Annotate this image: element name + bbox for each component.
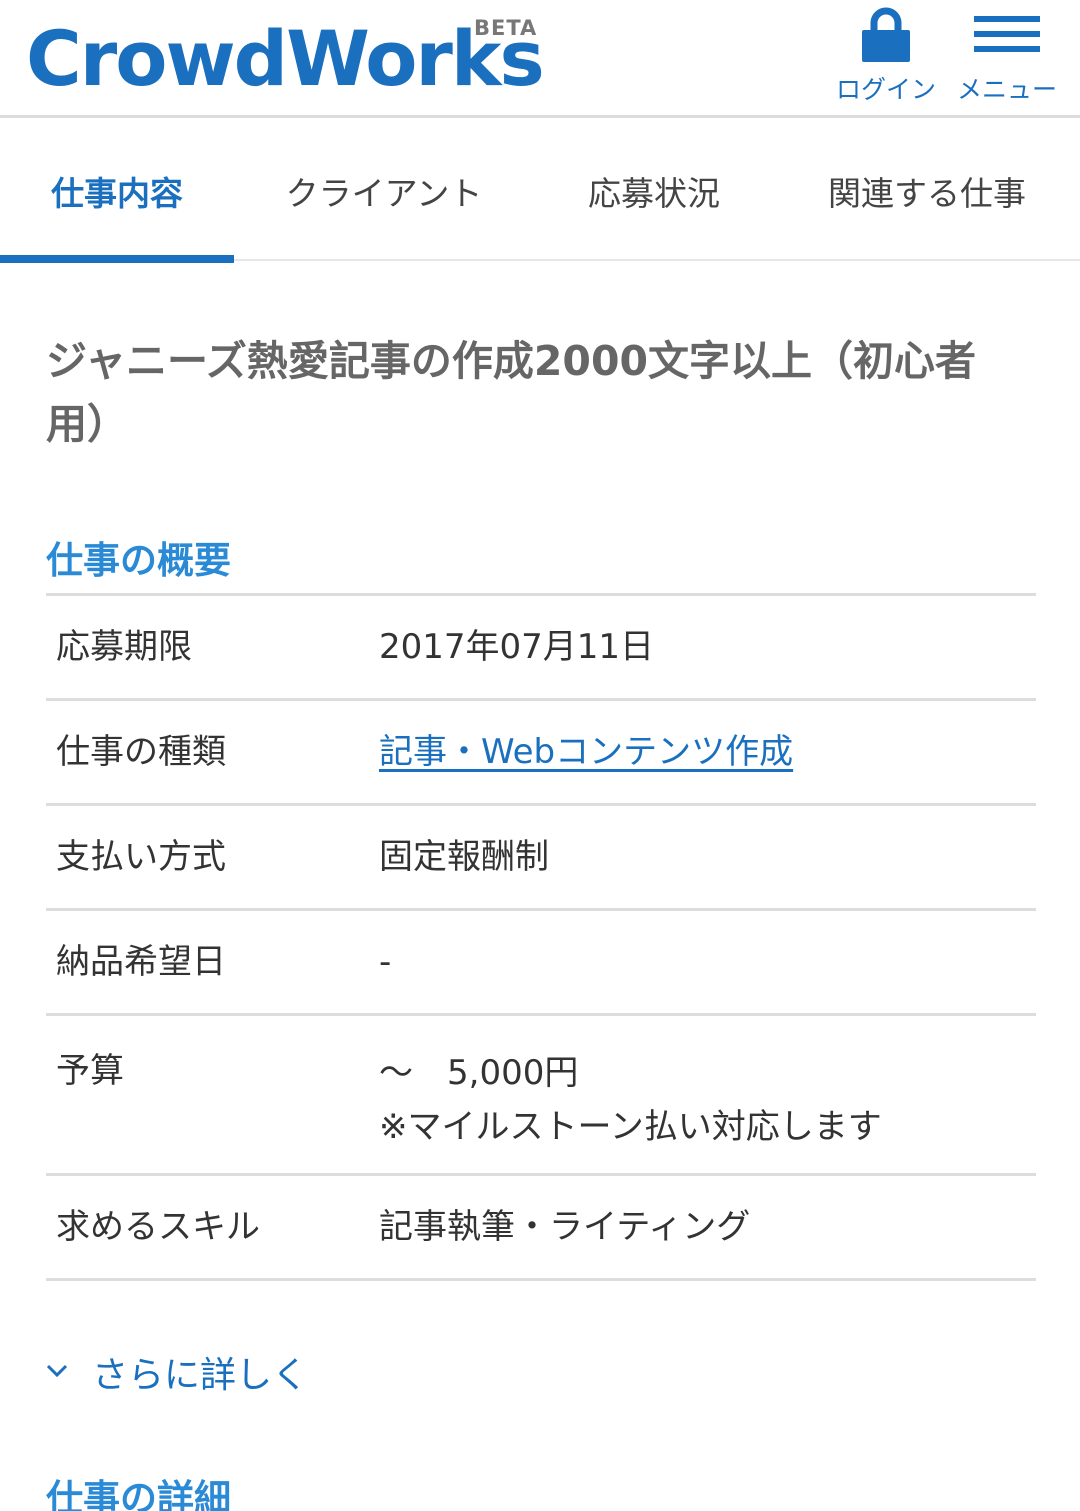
row-label: 予算: [56, 1051, 124, 1091]
tab-related-jobs[interactable]: 関連する仕事: [774, 121, 1080, 261]
row-label: 仕事の種類: [56, 731, 226, 772]
tab-application-status[interactable]: 応募状況: [534, 121, 774, 261]
row-label: 支払い方式: [56, 836, 226, 877]
overview-table: 応募期限 2017年07月11日 仕事の種類 記事・Webコンテンツ作成 支払い…: [46, 593, 1036, 1281]
table-row: 支払い方式 固定報酬制: [46, 806, 1036, 911]
chevron-down-icon: [46, 1363, 68, 1382]
menu-label: メニュー: [956, 75, 1057, 104]
table-row: 求めるスキル 記事執筆・ライティング: [46, 1176, 1036, 1281]
menu-button[interactable]: メニュー: [955, 6, 1059, 106]
deadline-value: 2017年07月11日: [379, 626, 655, 667]
show-more-label: さらに詳しく: [92, 1355, 309, 1396]
hamburger-icon: [972, 6, 1042, 66]
tab-client[interactable]: クライアント: [234, 121, 534, 261]
login-label: ログイン: [836, 75, 937, 104]
overview-heading: 仕事の概要: [46, 539, 231, 582]
tab-bar: 仕事内容 クライアント 応募状況 関連する仕事: [0, 121, 1080, 263]
login-button[interactable]: ログイン: [836, 6, 936, 106]
payment-method-value: 固定報酬制: [379, 836, 549, 877]
budget-note: ※マイルストーン払い対応します: [379, 1107, 882, 1147]
lock-icon: [860, 6, 912, 66]
job-title: ジャニーズ熱愛記事の作成2000文字以上（初心者用）: [46, 337, 977, 448]
row-label: 納品希望日: [56, 941, 226, 982]
logo-text: CrowdWorks: [26, 14, 545, 103]
site-header: CrowdWorks BETA ログイン メニュー: [0, 0, 1080, 118]
show-more-button[interactable]: さらに詳しく: [46, 1346, 308, 1398]
table-row: 納品希望日 -: [46, 911, 1036, 1016]
crowdworks-logo[interactable]: CrowdWorks BETA: [26, 14, 545, 104]
required-skill-value: 記事執筆・ライティング: [379, 1206, 751, 1247]
job-category-link[interactable]: 記事・Webコンテンツ作成: [379, 732, 793, 772]
table-row: 予算 〜 5,000円 ※マイルストーン払い対応します: [46, 1016, 1036, 1176]
beta-badge: BETA: [474, 16, 538, 40]
row-label: 応募期限: [56, 626, 192, 667]
tab-job-content[interactable]: 仕事内容: [0, 121, 234, 263]
table-row: 仕事の種類 記事・Webコンテンツ作成: [46, 701, 1036, 806]
budget-value: 〜 5,000円: [379, 1053, 579, 1093]
delivery-date-value: -: [379, 941, 392, 982]
table-row: 応募期限 2017年07月11日: [46, 596, 1036, 701]
details-heading: 仕事の詳細: [46, 1477, 231, 1511]
row-label: 求めるスキル: [56, 1206, 260, 1247]
